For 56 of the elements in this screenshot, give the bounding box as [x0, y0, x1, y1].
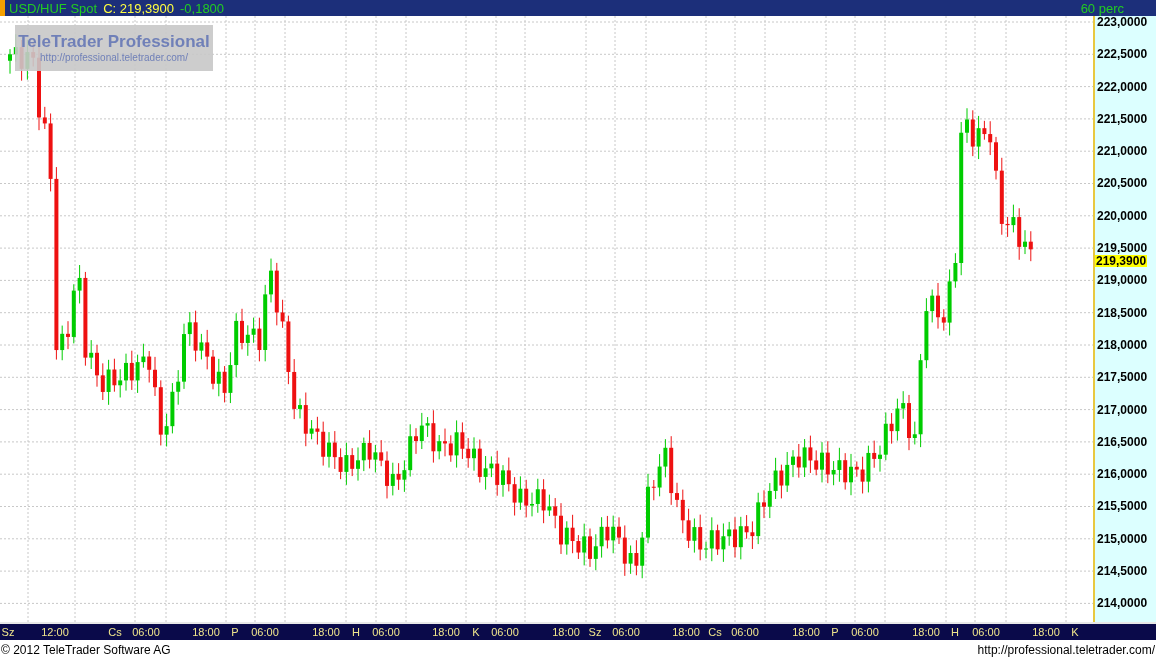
- time-axis-label: P: [231, 625, 239, 639]
- symbol-title: USD/HUF Spot: [9, 1, 98, 15]
- price-axis-label: 216,0000: [1097, 468, 1148, 481]
- interval-label: 60 perc: [1080, 1, 1124, 15]
- time-axis-label: 18:00: [672, 625, 700, 639]
- logo-title: TeleTrader Professional: [18, 31, 210, 53]
- time-axis-label: 06:00: [851, 625, 879, 639]
- price-axis-label: 214,0000: [1097, 597, 1148, 610]
- time-axis-label: 06:00: [491, 625, 519, 639]
- price-axis-label: 217,0000: [1097, 403, 1148, 416]
- time-axis-label: K: [1071, 625, 1079, 639]
- time-axis-label: 06:00: [612, 625, 640, 639]
- website-url: http://professional.teletrader.com/: [977, 641, 1155, 659]
- price-axis-label: 218,0000: [1097, 338, 1148, 351]
- symbol-marker: [0, 0, 5, 16]
- time-axis-label: 06:00: [132, 625, 160, 639]
- price-axis-label: 222,5000: [1097, 48, 1148, 61]
- time-axis-label: P: [831, 625, 839, 639]
- copyright-text: © 2012 TeleTrader Software AG: [1, 641, 171, 659]
- price-axis-label: 220,0000: [1097, 209, 1148, 222]
- price-axis-label: 215,5000: [1097, 500, 1148, 513]
- time-axis-label: K: [472, 625, 480, 639]
- price-axis-label: 222,0000: [1097, 80, 1148, 93]
- time-axis-label: 18:00: [432, 625, 460, 639]
- time-axis-label: 18:00: [1032, 625, 1060, 639]
- time-axis-label: Cs: [708, 625, 722, 639]
- price-axis-label: 214,5000: [1097, 565, 1148, 578]
- price-axis-label: 223,0000: [1097, 16, 1148, 28]
- price-axis-label: 219,0000: [1097, 274, 1148, 287]
- time-axis-label: 18:00: [912, 625, 940, 639]
- time-axis-label: 06:00: [372, 625, 400, 639]
- time-axis-label: H: [951, 625, 959, 639]
- price-axis-label: 219,5000: [1097, 242, 1148, 255]
- time-axis-label: Sz: [1, 625, 15, 639]
- price-axis-label: 217,5000: [1097, 371, 1148, 384]
- price-axis-label: 215,0000: [1097, 532, 1148, 545]
- current-price-label: 219,3900: [1095, 255, 1148, 267]
- time-axis-label: 06:00: [251, 625, 279, 639]
- time-axis-label: 18:00: [192, 625, 220, 639]
- price-axis-label: 221,0000: [1097, 145, 1148, 158]
- time-axis-label: 18:00: [312, 625, 340, 639]
- close-price: C: 219,3900: [103, 1, 174, 15]
- price-change: -0,1800: [180, 1, 225, 15]
- logo-url: http://professional.teletrader.com/: [40, 52, 188, 65]
- price-axis-label: 220,5000: [1097, 177, 1148, 190]
- time-axis-label: Cs: [108, 625, 122, 639]
- time-axis-label: 18:00: [792, 625, 820, 639]
- time-axis-label: 06:00: [972, 625, 1000, 639]
- time-axis-label: 06:00: [731, 625, 759, 639]
- time-axis-label: 12:00: [41, 625, 69, 639]
- time-axis-label: H: [352, 625, 360, 639]
- price-axis-label: 218,5000: [1097, 306, 1148, 319]
- time-axis-label: 18:00: [552, 625, 580, 639]
- time-axis-label: Sz: [588, 625, 602, 639]
- price-axis-label: 216,5000: [1097, 435, 1148, 448]
- price-axis-label: 221,5000: [1097, 112, 1148, 125]
